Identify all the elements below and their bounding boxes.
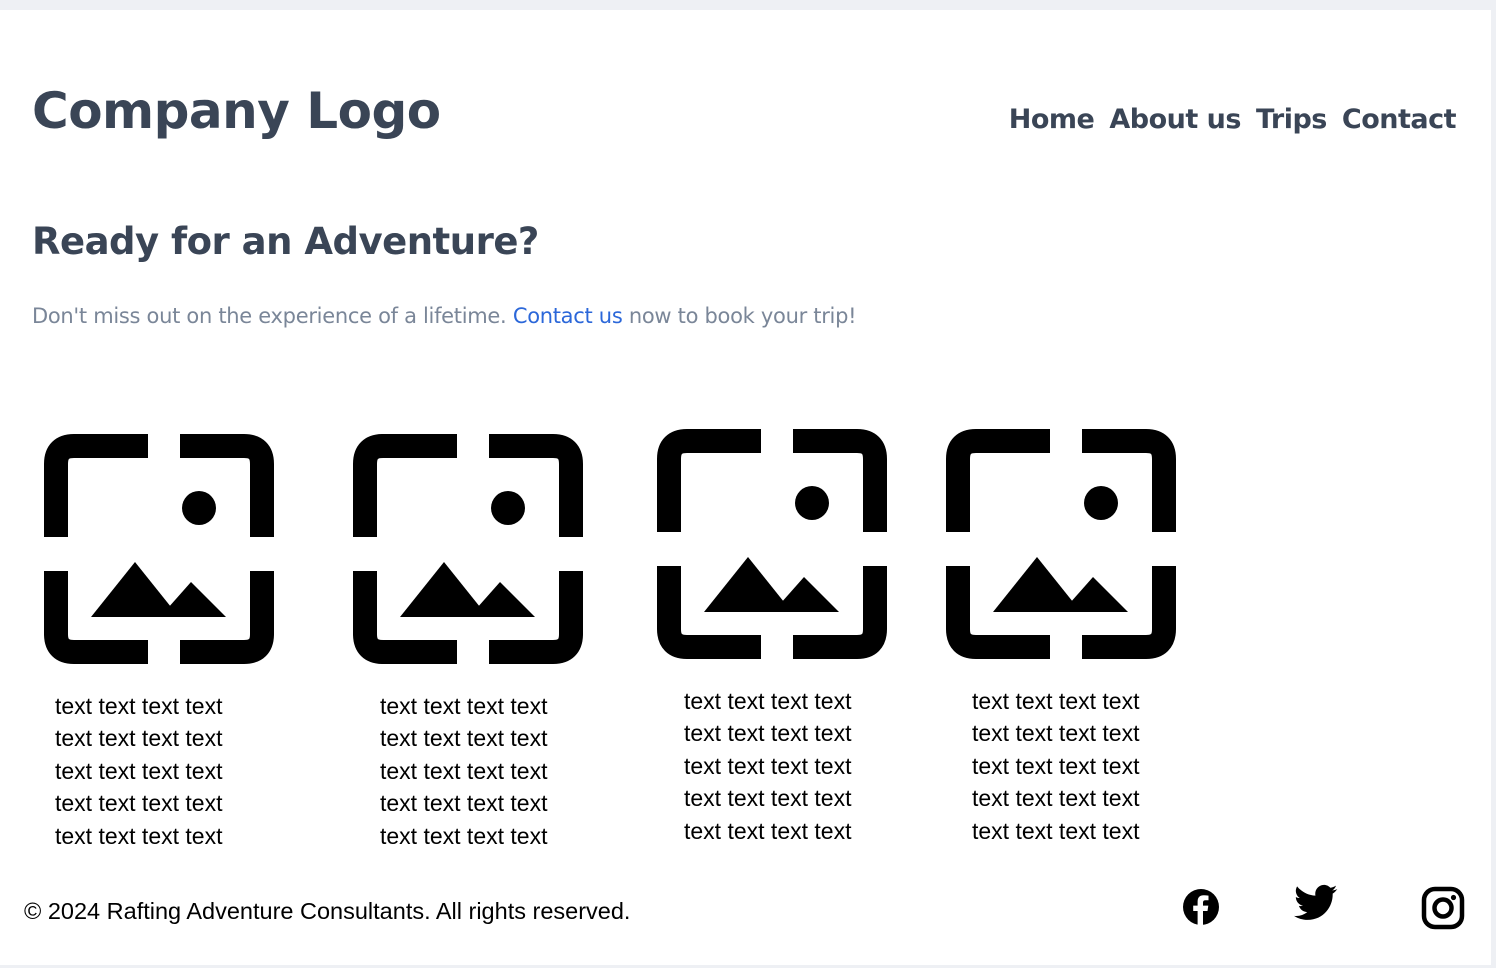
card-text-line: text text text text: [380, 725, 548, 752]
card-text-line: text text text text: [55, 725, 223, 752]
card-text-line: text text text text: [380, 822, 548, 849]
main-nav: Home About us Trips Contact: [1009, 104, 1457, 135]
trip-card: text text text text text text text text …: [946, 429, 1176, 847]
trip-card: text text text text text text text text …: [44, 434, 274, 852]
image-placeholder-icon: [946, 429, 1176, 659]
twitter-icon[interactable]: [1294, 884, 1338, 926]
image-placeholder-icon: [44, 434, 274, 664]
card-text-line: text text text text: [972, 688, 1140, 714]
card-text-line: text text text text: [55, 693, 223, 719]
card-text-line: text text text text: [684, 720, 852, 747]
card-text-line: text text text text: [684, 785, 852, 812]
card-text-line: text text text text: [684, 688, 852, 714]
nav-home[interactable]: Home: [1009, 104, 1095, 135]
hero-text-before: Don't miss out on the experience of a li…: [32, 304, 507, 328]
card-text-line: text text text text: [972, 785, 1140, 812]
card-text: text text text text text text text text …: [972, 685, 1162, 847]
card-text-line: text text text text: [684, 752, 852, 779]
footer-copyright: © 2024 Rafting Adventure Consultants. Al…: [24, 898, 631, 924]
trip-card: text text text text text text text text …: [353, 434, 583, 852]
company-logo[interactable]: Company Logo: [32, 82, 441, 140]
card-text-line: text text text text: [972, 720, 1140, 747]
contact-us-link[interactable]: Contact us: [513, 304, 623, 328]
image-placeholder-icon: [353, 434, 583, 664]
card-text-line: text text text text: [55, 757, 223, 784]
nav-about-us[interactable]: About us: [1109, 104, 1241, 135]
trip-card: text text text text text text text text …: [657, 429, 887, 847]
card-text-line: text text text text: [380, 790, 548, 817]
facebook-icon[interactable]: [1182, 888, 1220, 930]
hero-text: Don't miss out on the experience of a li…: [32, 304, 857, 328]
page: Company Logo Home About us Trips Contact…: [0, 10, 1491, 965]
nav-trips[interactable]: Trips: [1256, 104, 1327, 135]
card-text-line: text text text text: [55, 790, 223, 817]
instagram-icon[interactable]: [1421, 886, 1465, 934]
card-text: text text text text text text text text …: [380, 690, 570, 852]
card-text-line: text text text text: [684, 817, 852, 844]
card-text-line: text text text text: [380, 693, 548, 719]
card-text-line: text text text text: [55, 822, 223, 849]
nav-contact[interactable]: Contact: [1342, 104, 1457, 135]
card-text-line: text text text text: [380, 757, 548, 784]
hero-title: Ready for an Adventure?: [32, 220, 539, 263]
card-text-line: text text text text: [972, 752, 1140, 779]
card-text: text text text text text text text text …: [684, 685, 874, 847]
card-text: text text text text text text text text …: [55, 690, 245, 852]
card-text-line: text text text text: [972, 817, 1140, 844]
image-placeholder-icon: [657, 429, 887, 659]
hero-text-after: now to book your trip!: [628, 304, 857, 328]
